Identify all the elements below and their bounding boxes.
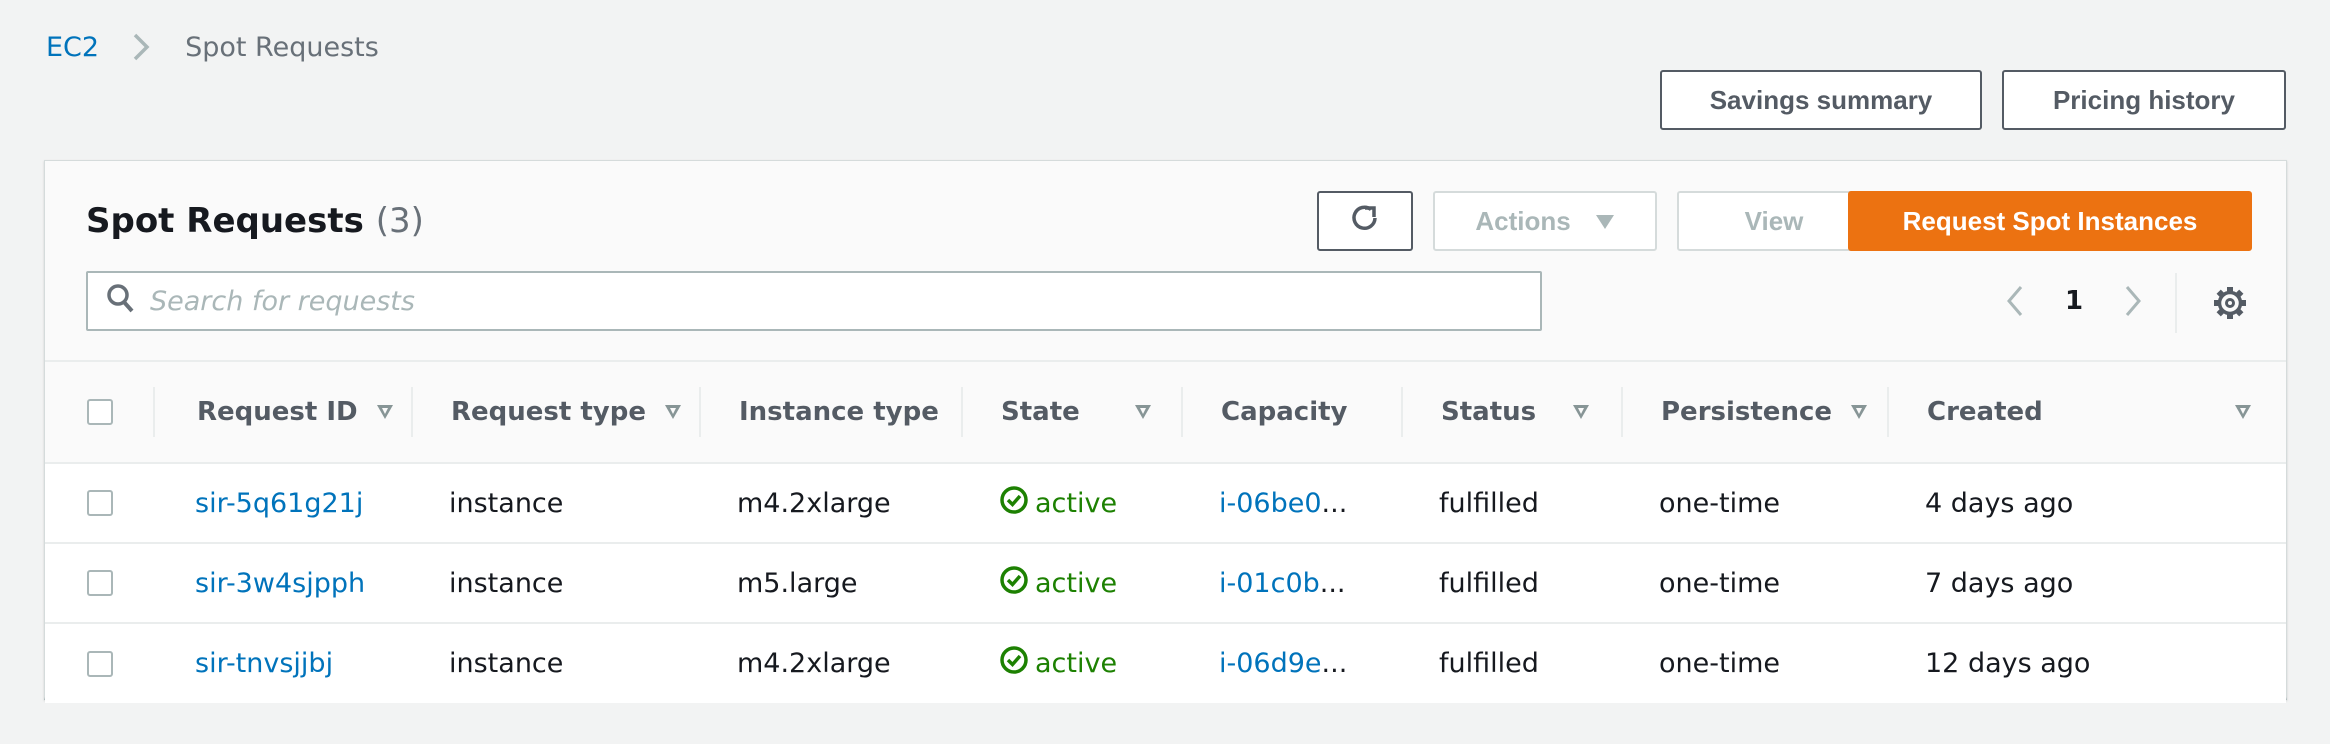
breadcrumb-ec2-link[interactable]: EC2 (46, 32, 99, 63)
row-checkbox[interactable] (87, 650, 113, 677)
instance-type: m4.2xlarge (737, 648, 891, 679)
spot-requests-panel: Spot Requests (3) Actions View Request S… (44, 160, 2287, 703)
savings-summary-button[interactable]: Savings summary (1660, 70, 1982, 130)
instance-type: m5.large (737, 567, 858, 599)
sort-icon[interactable] (1572, 404, 1590, 420)
check-circle-icon (999, 485, 1029, 522)
gear-icon[interactable] (2210, 283, 2250, 323)
sort-icon[interactable] (1850, 404, 1868, 420)
column-header-instance-type: Instance type (699, 362, 961, 463)
capacity-instance-link[interactable]: i-06d9e (1219, 648, 1322, 679)
column-header-request-type[interactable]: Request type (411, 362, 699, 463)
column-header-status[interactable]: Status (1401, 362, 1621, 463)
search-icon (106, 283, 136, 319)
request-id-link[interactable]: sir-3w4sjpph (195, 568, 365, 599)
pricing-history-button[interactable]: Pricing history (2002, 70, 2286, 130)
capacity-instance-link[interactable]: i-01c0b (1219, 568, 1320, 599)
sort-icon[interactable] (376, 404, 394, 420)
created-text: 4 days ago (1925, 487, 2074, 519)
table-header-row: Request ID Request type Instance type St… (45, 362, 2286, 463)
row-checkbox[interactable] (87, 570, 113, 596)
state-badge: active (999, 485, 1181, 522)
persistence-text: one-time (1659, 648, 1780, 679)
select-all-checkbox[interactable] (87, 399, 113, 425)
status-text: fulfilled (1439, 648, 1539, 679)
request-id-link[interactable]: sir-tnvsjjbj (195, 648, 333, 679)
column-header-created[interactable]: Created (1887, 362, 2286, 463)
refresh-icon (1347, 200, 1383, 243)
persistence-text: one-time (1659, 567, 1780, 599)
column-header-capacity: Capacity (1181, 362, 1401, 463)
view-button[interactable]: View (1677, 191, 1871, 251)
truncation-ellipsis: ... (1319, 567, 1346, 599)
status-text: fulfilled (1439, 567, 1539, 599)
table-row[interactable]: sir-tnvsjjbj instance m4.2xlarge active … (45, 623, 2286, 703)
breadcrumb: EC2 Spot Requests (46, 30, 379, 64)
refresh-button[interactable] (1317, 191, 1413, 251)
spot-requests-table: Request ID Request type Instance type St… (45, 362, 2286, 703)
column-header-persistence[interactable]: Persistence (1621, 362, 1887, 463)
created-text: 7 days ago (1925, 567, 2074, 599)
table-row[interactable]: sir-3w4sjpph instance m5.large active i-… (45, 543, 2286, 623)
request-id-link[interactable]: sir-5q61g21j (195, 488, 363, 519)
sort-icon[interactable] (2234, 404, 2252, 420)
request-type: instance (449, 648, 564, 679)
request-type: instance (449, 567, 564, 599)
instance-type: m4.2xlarge (737, 487, 891, 519)
divider (2175, 273, 2177, 333)
row-checkbox[interactable] (87, 490, 113, 516)
persistence-text: one-time (1659, 487, 1780, 519)
sort-icon[interactable] (664, 404, 682, 420)
page-title: Spot Requests (3) (86, 201, 424, 241)
request-count: (3) (375, 201, 424, 241)
request-type: instance (449, 487, 564, 519)
table-row[interactable]: sir-5q61g21j instance m4.2xlarge active … (45, 463, 2286, 543)
search-field[interactable] (86, 271, 1542, 331)
state-text: active (1035, 648, 1118, 679)
truncation-ellipsis: ... (1321, 648, 1348, 679)
panel-header: Spot Requests (3) Actions View Request S… (45, 161, 2286, 362)
actions-label: Actions (1475, 205, 1571, 236)
next-page-icon[interactable] (2113, 276, 2153, 326)
column-header-request-id[interactable]: Request ID (153, 362, 411, 463)
state-badge: active (999, 645, 1181, 682)
state-text: active (1035, 487, 1118, 519)
check-circle-icon (999, 565, 1029, 602)
state-text: active (1035, 567, 1118, 599)
request-spot-instances-button[interactable]: Request Spot Instances (1848, 191, 2252, 251)
breadcrumb-current: Spot Requests (185, 31, 379, 63)
actions-dropdown-button[interactable]: Actions (1433, 191, 1657, 251)
truncation-ellipsis: ... (1321, 487, 1348, 519)
capacity-instance-link[interactable]: i-06be0 (1219, 488, 1322, 519)
chevron-right-icon (121, 30, 161, 64)
check-circle-icon (999, 645, 1029, 682)
caret-down-icon (1595, 206, 1615, 237)
state-badge: active (999, 565, 1181, 602)
search-input[interactable] (150, 285, 1510, 317)
status-text: fulfilled (1439, 487, 1539, 519)
panel-title-text: Spot Requests (86, 201, 364, 241)
previous-page-icon[interactable] (1995, 276, 2035, 326)
column-header-state[interactable]: State (961, 362, 1181, 463)
sort-icon[interactable] (1134, 404, 1152, 420)
created-text: 12 days ago (1925, 648, 2091, 679)
current-page[interactable]: 1 (2035, 286, 2113, 316)
pagination: 1 (1995, 276, 2153, 326)
